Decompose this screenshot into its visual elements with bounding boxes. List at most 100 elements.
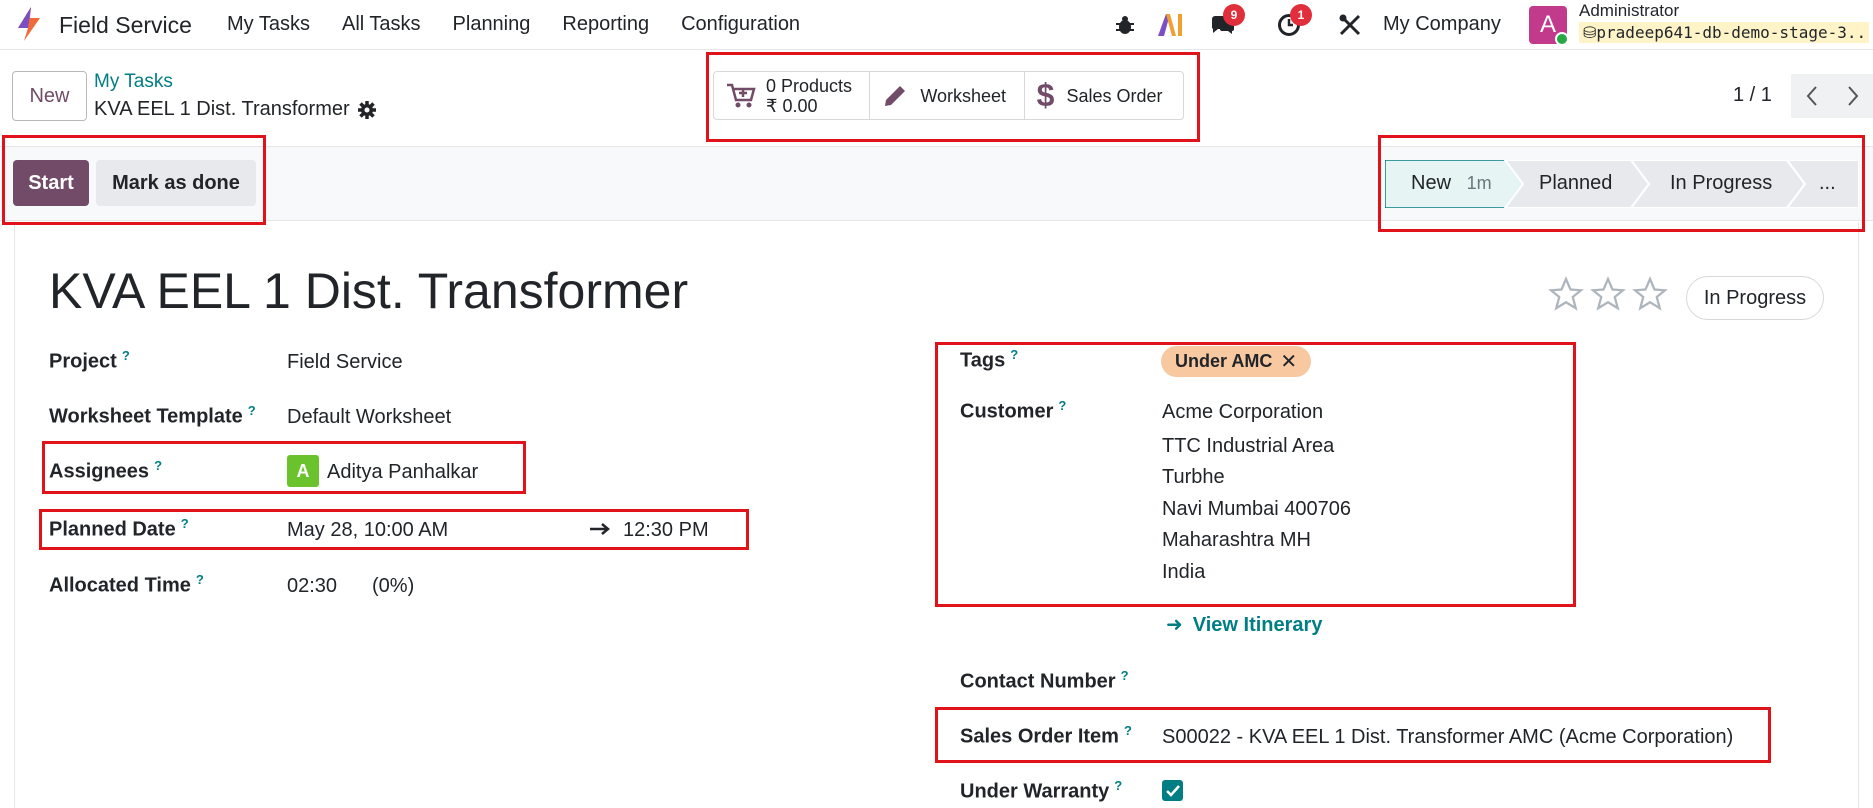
project-label-text: Project	[49, 350, 117, 373]
help-tooltip-icon[interactable]: ?	[1124, 723, 1132, 738]
under-warranty-checkbox[interactable]	[1162, 780, 1183, 801]
priority-stars	[1548, 276, 1668, 312]
task-state-button[interactable]: In Progress	[1686, 276, 1824, 320]
new-button[interactable]: New	[12, 71, 87, 121]
sales-order-item-label-text: Sales Order Item	[960, 725, 1119, 748]
assignees-label-text: Assignees	[49, 460, 150, 483]
sales-order-item-label: Sales Order Item?	[960, 723, 1132, 749]
help-tooltip-icon[interactable]: ?	[196, 572, 204, 587]
customer-label: Customer?	[960, 398, 1066, 424]
tag-label: Under AMC	[1175, 351, 1273, 371]
top-navbar: Field Service My Tasks All Tasks Plannin…	[0, 0, 1873, 50]
view-itinerary-label: View Itinerary	[1192, 614, 1323, 636]
start-button[interactable]: Start	[13, 160, 89, 206]
dollar-icon: $	[1036, 77, 1055, 113]
help-tooltip-icon[interactable]: ?	[248, 403, 256, 418]
ai-icon[interactable]	[1155, 10, 1185, 40]
sales-order-label: Sales Order	[1066, 85, 1163, 106]
worksheet-label: Worksheet	[920, 85, 1007, 106]
help-tooltip-icon[interactable]: ?	[1058, 398, 1066, 413]
mark-as-done-button[interactable]: Mark as done	[96, 160, 256, 206]
project-field[interactable]: Field Service	[287, 351, 403, 374]
chevron-left-icon[interactable]	[1791, 74, 1832, 118]
assignees-label: Assignees?	[49, 458, 162, 484]
help-tooltip-icon[interactable]: ?	[1121, 668, 1129, 683]
sales-order-smart-button[interactable]: $ Sales Order	[1025, 72, 1183, 119]
stage-new-duration: 1m	[1466, 173, 1492, 193]
customer-address-line: Maharashtra MH	[1162, 529, 1311, 551]
remove-tag-icon[interactable]: ✕	[1280, 349, 1297, 374]
star-icon[interactable]	[1632, 276, 1668, 312]
assignee-avatar: A	[287, 455, 319, 487]
under-warranty-label-text: Under Warranty	[960, 780, 1110, 803]
stage-in-progress[interactable]: In Progress	[1670, 172, 1772, 195]
help-tooltip-icon[interactable]: ?	[181, 516, 189, 531]
database-name: ⛁pradeep641-db-demo-stage-3...	[1579, 22, 1869, 43]
worksheet-template-field[interactable]: Default Worksheet	[287, 406, 451, 429]
field-service-logo-icon[interactable]	[14, 6, 44, 42]
settings-tools-icon[interactable]	[1335, 10, 1365, 40]
allocated-time-percent: (0%)	[372, 575, 415, 597]
allocated-time-label-text: Allocated Time	[49, 574, 191, 597]
debug-bug-icon[interactable]	[1110, 10, 1140, 40]
company-switcher[interactable]: My Company	[1383, 13, 1501, 36]
assignees-field[interactable]: Aditya Panhalkar	[327, 461, 478, 484]
app-name[interactable]: Field Service	[59, 12, 192, 39]
menu-configuration[interactable]: Configuration	[681, 13, 800, 36]
allocated-time-label: Allocated Time?	[49, 572, 204, 598]
menu-reporting[interactable]: Reporting	[562, 13, 649, 36]
activities-clock-icon[interactable]: 1	[1274, 4, 1312, 40]
planned-date-label: Planned Date?	[49, 516, 189, 542]
contact-number-field[interactable]	[1162, 671, 1662, 697]
stage-new[interactable]: New 1m	[1411, 172, 1492, 195]
view-itinerary-link[interactable]: ➜ View Itinerary	[1166, 612, 1322, 637]
main-menu: My Tasks All Tasks Planning Reporting Co…	[227, 13, 832, 36]
pager-nav	[1791, 74, 1873, 118]
database-icon: ⛁	[1583, 23, 1597, 42]
planned-date-end-field[interactable]: 12:30 PM	[623, 519, 709, 542]
menu-all-tasks[interactable]: All Tasks	[342, 13, 421, 36]
customer-name[interactable]: Acme Corporation	[1162, 401, 1323, 424]
help-tooltip-icon[interactable]: ?	[1114, 778, 1122, 793]
customer-address-line: TTC Industrial Area	[1162, 435, 1335, 457]
chevron-right-icon[interactable]	[1832, 74, 1873, 118]
sales-order-item-field[interactable]: S00022 - KVA EEL 1 Dist. Transformer AMC…	[1162, 726, 1733, 749]
help-tooltip-icon[interactable]: ?	[154, 458, 162, 473]
products-count: 0 Products	[766, 75, 853, 96]
menu-planning[interactable]: Planning	[453, 13, 531, 36]
user-name[interactable]: Administrator	[1579, 1, 1679, 21]
allocated-time-field[interactable]: 02:30	[287, 575, 337, 598]
checkmark-icon	[1165, 784, 1180, 797]
pager-value[interactable]: 1 / 1	[1733, 84, 1772, 107]
planned-date-start-field[interactable]: May 28, 10:00 AM	[287, 519, 448, 542]
breadcrumb-my-tasks[interactable]: My Tasks	[94, 71, 173, 93]
worksheet-template-label: Worksheet Template?	[49, 403, 256, 429]
stage-pipeline: New 1m Planned In Progress ...	[1385, 160, 1859, 208]
star-icon[interactable]	[1548, 276, 1584, 312]
stage-more[interactable]: ...	[1819, 172, 1836, 195]
tag-badge[interactable]: Under AMC ✕	[1161, 346, 1312, 377]
breadcrumb-current-record: KVA EEL 1 Dist. Transformer	[94, 98, 350, 120]
contact-number-label: Contact Number?	[960, 668, 1129, 694]
arrow-right-icon	[590, 523, 610, 535]
pencil-icon	[885, 85, 906, 106]
messages-icon[interactable]: 9	[1207, 4, 1245, 40]
worksheet-smart-button[interactable]: Worksheet	[870, 72, 1025, 119]
task-title[interactable]: KVA EEL 1 Dist. Transformer	[49, 262, 688, 320]
customer-address-line: India	[1162, 561, 1206, 583]
products-smart-button[interactable]: 0 Products ₹ 0.00	[714, 72, 871, 119]
help-tooltip-icon[interactable]: ?	[1010, 347, 1018, 362]
help-tooltip-icon[interactable]: ?	[122, 348, 130, 363]
online-status-dot	[1555, 32, 1569, 46]
star-icon[interactable]	[1590, 276, 1626, 312]
activities-badge: 1	[1290, 4, 1312, 26]
under-warranty-label: Under Warranty?	[960, 778, 1122, 804]
planned-date-label-text: Planned Date	[49, 518, 176, 541]
gear-icon[interactable]	[357, 100, 377, 120]
stage-planned[interactable]: Planned	[1539, 172, 1612, 195]
cart-icon	[727, 83, 756, 107]
menu-my-tasks[interactable]: My Tasks	[227, 13, 310, 36]
database-name-text: pradeep641-db-demo-stage-3...	[1596, 23, 1869, 42]
tags-label: Tags?	[960, 347, 1018, 373]
worksheet-template-label-text: Worksheet Template	[49, 405, 243, 428]
